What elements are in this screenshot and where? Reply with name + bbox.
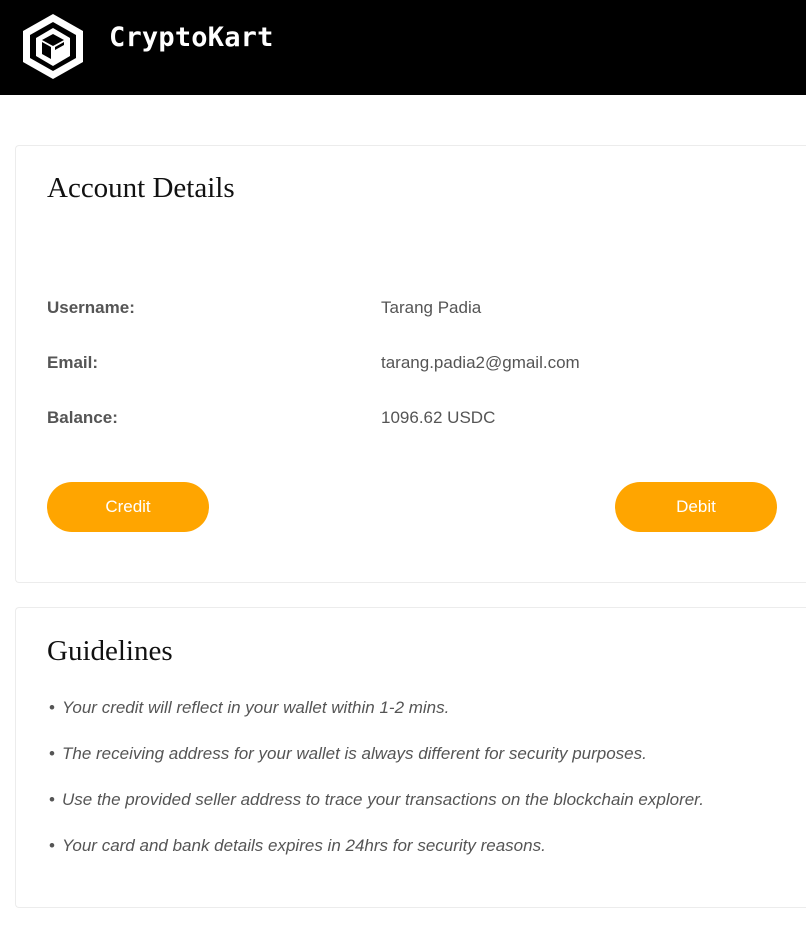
balance-value: 1096.62 USDC (381, 408, 496, 427)
guideline-item: • The receiving address for your wallet i… (49, 744, 704, 790)
email-value: tarang.padia2@gmail.com (381, 353, 580, 372)
guideline-text: The receiving address for your wallet is… (62, 744, 647, 763)
guideline-text: Your card and bank details expires in 24… (62, 836, 546, 855)
account-details-title: Account Details (47, 172, 235, 204)
email-label: Email: (47, 353, 99, 372)
hexagon-cube-logo-icon[interactable] (20, 12, 86, 80)
guidelines-card: Guidelines • Your credit will reflect in … (15, 607, 806, 908)
bullet-icon: • (49, 790, 55, 809)
guideline-item: • Your credit will reflect in your wallet… (49, 698, 704, 744)
bullet-icon: • (49, 744, 55, 763)
username-label: Username: (47, 298, 135, 317)
credit-button[interactable]: Credit (47, 482, 209, 532)
brand-name[interactable]: CryptoKart (109, 22, 274, 53)
account-details-card: Account Details Username: Tarang Padia E… (15, 145, 806, 583)
bullet-icon: • (49, 698, 55, 717)
guideline-item: • Use the provided seller address to trac… (49, 790, 704, 836)
guidelines-title: Guidelines (47, 635, 173, 667)
guideline-text: Use the provided seller address to trace… (62, 790, 704, 809)
username-value: Tarang Padia (381, 298, 482, 317)
guidelines-list: • Your credit will reflect in your wallet… (49, 698, 704, 882)
bullet-icon: • (49, 836, 55, 855)
balance-label: Balance: (47, 408, 118, 427)
debit-button[interactable]: Debit (615, 482, 777, 532)
guideline-item: • Your card and bank details expires in 2… (49, 836, 704, 882)
top-navbar: CryptoKart (0, 0, 806, 95)
guideline-text: Your credit will reflect in your wallet … (62, 698, 450, 717)
